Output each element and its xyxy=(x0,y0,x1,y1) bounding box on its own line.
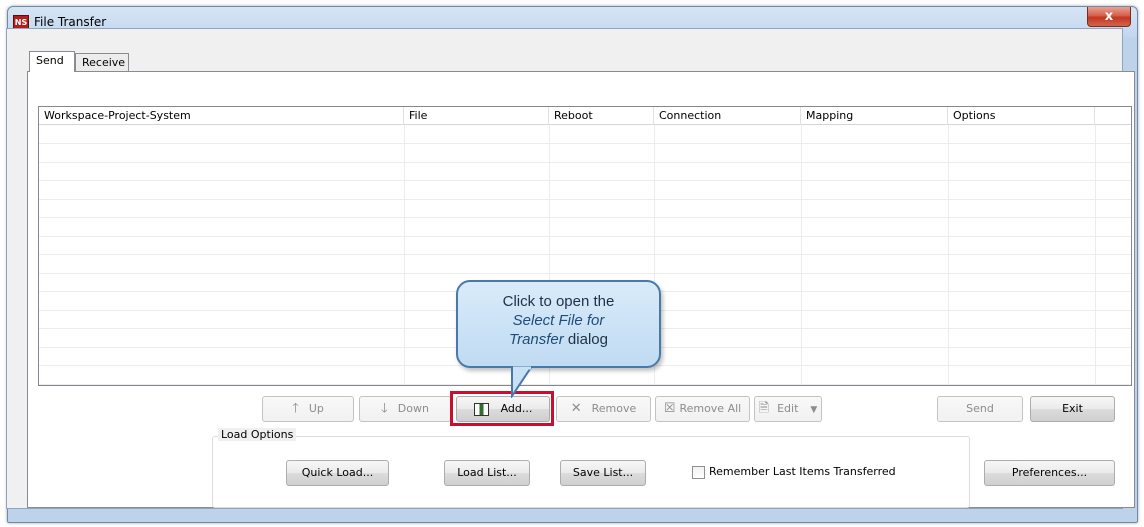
arrow-up-icon: 🡑 xyxy=(292,401,299,416)
grid-row-line xyxy=(39,180,1131,181)
app-logo-icon: NS xyxy=(13,15,29,29)
remember-items-label[interactable]: Remember Last Items Transferred xyxy=(709,465,896,478)
tab-receive[interactable]: Receive xyxy=(75,53,129,71)
edit-dropdown-button[interactable]: 🗎 Edit ▼ xyxy=(754,396,822,422)
grid-column-line xyxy=(801,125,802,385)
add-button-highlight xyxy=(450,391,554,426)
column-header-workspace[interactable]: Workspace-Project-System xyxy=(39,107,404,125)
tab-send[interactable]: Send xyxy=(29,51,75,72)
grid-row-line xyxy=(39,162,1131,163)
callout-line-3-italic: Transfer xyxy=(509,331,564,348)
grid-row-line xyxy=(39,236,1131,237)
callout-line-3-rest: dialog xyxy=(563,331,608,348)
down-button[interactable]: 🡓 Down xyxy=(359,396,451,422)
remove-all-button[interactable]: ☒ Remove All xyxy=(655,396,750,422)
grid-row-line xyxy=(39,199,1131,200)
remember-items-checkbox[interactable] xyxy=(692,466,705,479)
quick-load-button[interactable]: Quick Load... xyxy=(286,460,389,486)
exit-button[interactable]: Exit xyxy=(1030,396,1115,422)
arrow-down-icon: 🡓 xyxy=(381,401,388,416)
column-header-reboot[interactable]: Reboot xyxy=(549,107,654,125)
preferences-button[interactable]: Preferences... xyxy=(984,460,1115,486)
grid-column-line xyxy=(404,125,405,385)
callout-line-1: Click to open the xyxy=(502,293,615,310)
grid-column-line xyxy=(948,125,949,385)
load-list-button[interactable]: Load List... xyxy=(444,460,530,486)
callout-pointer xyxy=(511,366,534,398)
window-title: File Transfer xyxy=(34,15,107,29)
chevron-down-icon: ▼ xyxy=(810,405,818,415)
grid-header: Workspace-Project-System File Reboot Con… xyxy=(39,107,1131,125)
save-list-button[interactable]: Save List... xyxy=(560,460,646,486)
grid-row-line xyxy=(39,217,1131,218)
edit-icon: 🗎 xyxy=(758,401,770,416)
grid-row-line xyxy=(39,384,1131,385)
close-button[interactable]: x xyxy=(1087,7,1131,27)
column-header-file[interactable]: File xyxy=(404,107,549,125)
column-header-mapping[interactable]: Mapping xyxy=(801,107,948,125)
send-button[interactable]: Send xyxy=(937,396,1023,422)
load-options-label: Load Options xyxy=(218,428,297,441)
callout-line-2: Select File for xyxy=(512,312,605,329)
grid-column-line xyxy=(1095,125,1096,385)
grid-row-line xyxy=(39,143,1131,144)
up-button[interactable]: 🡑 Up xyxy=(262,396,354,422)
callout-bubble: Click to open the Select File for Transf… xyxy=(456,280,661,368)
grid-row-line xyxy=(39,254,1131,255)
remove-button[interactable]: ✕ Remove xyxy=(556,396,651,422)
column-header-connection[interactable]: Connection xyxy=(654,107,801,125)
grid-row-line xyxy=(39,273,1131,274)
column-header-options[interactable]: Options xyxy=(948,107,1095,125)
x-icon: ✕ xyxy=(570,401,582,416)
x-box-icon: ☒ xyxy=(663,401,676,416)
